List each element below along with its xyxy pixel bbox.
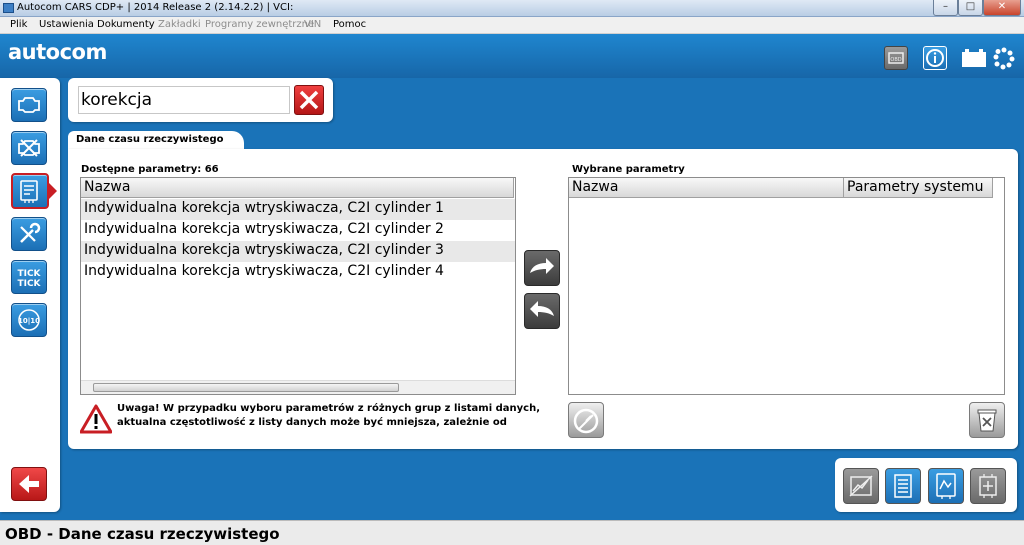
remove-parameter-button[interactable] — [524, 293, 560, 329]
autocom-logo: autocom — [8, 40, 107, 64]
maximize-button[interactable]: □ — [958, 0, 983, 16]
close-button[interactable]: ✕ — [983, 0, 1021, 16]
add-parameter-button[interactable] — [524, 250, 560, 286]
status-bar: OBD - Dane czasu rzeczywistego — [0, 520, 1024, 545]
scrollbar-thumb[interactable] — [93, 383, 399, 392]
info-icon[interactable] — [923, 46, 947, 70]
settings-icon[interactable] — [992, 46, 1016, 70]
window-title: Autocom CARS CDP+ | 2014 Release 2 (2.14… — [17, 2, 294, 13]
battery-icon — [960, 46, 988, 70]
list-item[interactable]: Indywidualna korekcja wtryskiwacza, C2I … — [81, 199, 515, 220]
clear-search-button[interactable] — [294, 85, 324, 115]
record-icon — [979, 474, 997, 498]
column-header-name[interactable]: Nazwa — [81, 178, 514, 198]
warning-line-1: Uwaga! W przypadku wyboru parametrów z r… — [117, 403, 541, 414]
warning-line-2: aktualna częstotliwość z listy danych mo… — [117, 417, 507, 428]
minimize-button[interactable]: – — [933, 0, 958, 16]
available-params-title: Dostępne parametry: 66 — [81, 164, 219, 175]
list-item[interactable]: Indywidualna korekcja wtryskiwacza, C2I … — [81, 220, 515, 241]
delete-button[interactable] — [969, 402, 1005, 438]
graph-button[interactable] — [928, 468, 964, 504]
tools-icon[interactable] — [11, 217, 47, 251]
selected-params-title: Wybrane parametry — [572, 164, 685, 175]
horizontal-scrollbar[interactable] — [81, 380, 515, 394]
warning-message: Uwaga! W przypadku wyboru parametrów z r… — [80, 400, 540, 436]
svg-text:10|10: 10|10 — [18, 317, 40, 326]
menu-vin: VIN — [304, 19, 322, 30]
app-header — [0, 34, 1024, 78]
menu-settings[interactable]: Ustawienia — [39, 19, 94, 30]
start-recording-button[interactable] — [568, 402, 604, 438]
stopwatch-icon — [573, 408, 599, 434]
trash-icon — [977, 409, 997, 432]
selected-params-list: Nazwa Parametry systemu — [568, 177, 1005, 395]
no-engine-icon[interactable] — [11, 131, 47, 165]
app-icon — [3, 3, 14, 13]
arrow-right-icon — [530, 258, 554, 274]
chart-icon — [849, 475, 873, 497]
close-icon — [299, 90, 319, 110]
list-item[interactable]: Indywidualna korekcja wtryskiwacza, C2I … — [81, 241, 515, 262]
warning-text: Uwaga! W przypadku wyboru parametrów z r… — [117, 402, 540, 430]
svg-text:OBD: OBD — [890, 57, 901, 63]
engine-icon[interactable] — [11, 88, 47, 122]
list-item[interactable]: Indywidualna korekcja wtryskiwacza, C2I … — [81, 262, 515, 283]
back-arrow-icon — [19, 475, 39, 493]
menu-bar: Plik Ustawienia Dokumenty Zakładki Progr… — [0, 17, 1024, 34]
menu-external-programs: Programy zewnętrzne — [205, 19, 315, 30]
list-icon — [894, 474, 912, 498]
tab-realtime-data[interactable]: Dane czasu rzeczywistego — [68, 131, 244, 151]
column-header-system-params[interactable]: Parametry systemu — [844, 178, 993, 198]
menu-file[interactable]: Plik — [10, 19, 27, 30]
list-button[interactable] — [885, 468, 921, 504]
back-button[interactable] — [11, 467, 47, 501]
svg-text:TICK: TICK — [17, 269, 41, 279]
arrow-left-icon — [530, 301, 554, 317]
available-params-list: Nazwa Indywidualna korekcja wtryskiwacza… — [80, 177, 516, 395]
search-input[interactable] — [78, 86, 290, 114]
graph-icon — [936, 473, 956, 499]
counter-icon[interactable]: 10|10 — [11, 303, 47, 337]
search-container — [68, 78, 333, 122]
record-button[interactable] — [970, 468, 1006, 504]
column-header-name[interactable]: Nazwa — [569, 178, 844, 198]
menu-help[interactable]: Pomoc — [333, 19, 366, 30]
menu-bookmarks: Zakładki — [158, 19, 201, 30]
tick-icon[interactable]: TICK TICK — [11, 260, 47, 294]
svg-text:TICK: TICK — [17, 279, 41, 289]
title-bar: Autocom CARS CDP+ | 2014 Release 2 (2.14… — [0, 0, 1024, 17]
chart-button[interactable] — [843, 468, 879, 504]
warning-icon — [80, 404, 112, 434]
active-indicator — [49, 183, 57, 199]
obd-icon[interactable]: OBD — [884, 46, 908, 70]
menu-documents[interactable]: Dokumenty — [97, 19, 155, 30]
realtime-data-icon[interactable] — [11, 173, 49, 209]
